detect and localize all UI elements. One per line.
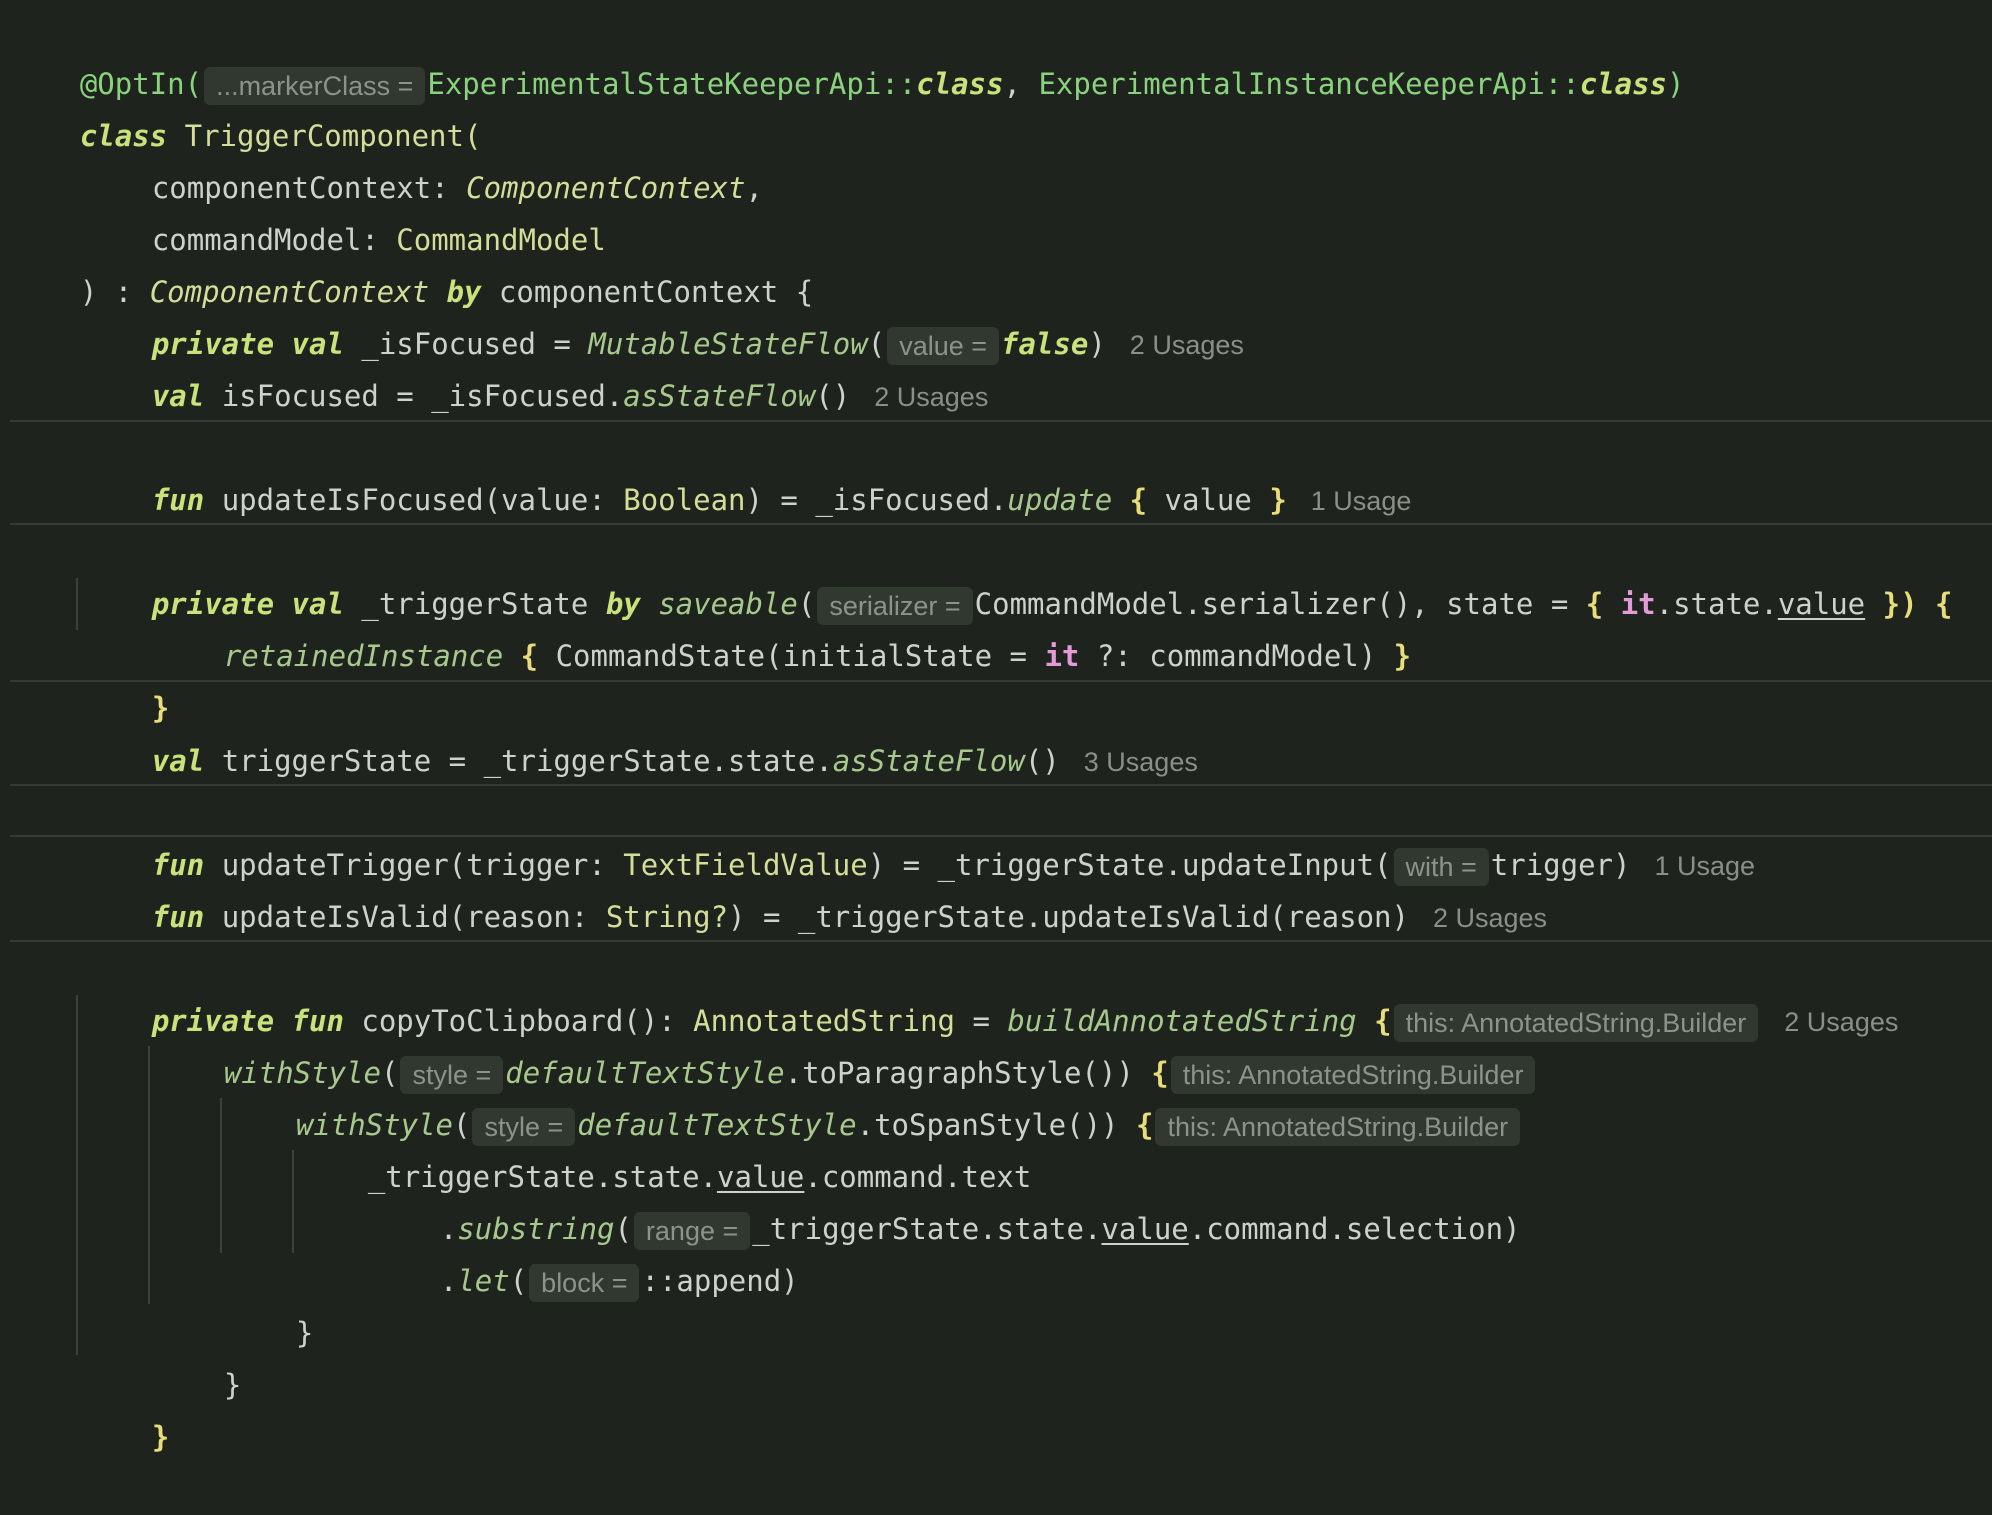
lambda-brace: { — [1585, 587, 1604, 621]
code-token: ) = _triggerState.updateIsValid(reason) — [728, 900, 1409, 934]
code-line[interactable]: val isFocused = _isFocused.asStateFlow()… — [82, 318, 988, 413]
indent-guide — [292, 1150, 294, 1253]
code-token: ) — [1667, 67, 1685, 101]
keyword: false — [1001, 327, 1089, 361]
property-value: value — [1101, 1212, 1189, 1246]
code-line[interactable]: } — [154, 1307, 241, 1402]
closing-brace: } — [223, 1368, 242, 1402]
code-token: _triggerState.state. — [752, 1212, 1102, 1246]
code-token: CommandState(initialState = — [538, 639, 1045, 673]
code-token: ?: commandModel) — [1079, 639, 1394, 673]
code-token: .state. — [1655, 587, 1778, 621]
code-token: value — [1147, 483, 1270, 517]
indent-guide — [76, 995, 78, 1355]
code-token: updateIsFocused(value: — [204, 483, 624, 517]
usages-hint[interactable]: 2 Usages — [1784, 1007, 1898, 1037]
code-line[interactable]: retainedInstance { CommandState(initialS… — [154, 578, 1411, 673]
usages-hint[interactable]: 2 Usages — [1130, 330, 1244, 360]
code-token: ( — [509, 1264, 528, 1298]
indent-guide — [76, 578, 78, 630]
function-call: retainedInstance — [223, 639, 504, 673]
code-line[interactable]: withStyle(style = defaultTextStyle.toPara… — [154, 995, 1537, 1094]
code-line[interactable]: commandModel: CommandModel — [82, 162, 606, 257]
code-token: . — [439, 1264, 458, 1298]
code-token: triggerState = _triggerState.state. — [204, 744, 833, 778]
lambda-brace: { — [520, 639, 539, 673]
code-line[interactable]: .let(block =::append) — [370, 1203, 799, 1302]
code-token: isFocused = _isFocused. — [204, 379, 624, 413]
code-line[interactable]: class TriggerComponent( — [10, 58, 482, 153]
code-line[interactable]: } — [82, 630, 169, 725]
function-call: update — [1007, 483, 1113, 517]
keyword: fun — [151, 900, 205, 934]
property-value: value — [1777, 587, 1866, 621]
code-line[interactable]: } — [226, 1255, 313, 1350]
code-line[interactable]: } — [82, 1359, 169, 1454]
code-line[interactable]: fun updateIsValid(reason: String?) = _tr… — [82, 839, 1547, 934]
code-token: updateIsValid(reason: — [204, 900, 606, 934]
it-keyword: it — [1044, 639, 1080, 673]
code-line[interactable]: private fun copyToClipboard(): Annotated… — [82, 943, 1898, 1042]
function-call: asStateFlow — [832, 744, 1025, 778]
code-line[interactable]: val triggerState = _triggerState.state.a… — [82, 683, 1198, 778]
code-line[interactable]: fun updateTrigger(trigger: TextFieldValu… — [82, 787, 1755, 886]
lambda-brace: } — [151, 1420, 170, 1454]
function-call: let — [457, 1264, 510, 1298]
code-line[interactable]: private val _isFocused = MutableStateFlo… — [82, 266, 1244, 365]
lambda-brace: { — [1135, 1108, 1154, 1142]
lambda-brace: }) — [1882, 587, 1918, 621]
parameter-hint: block = — [529, 1264, 640, 1302]
code-token: () — [1024, 744, 1060, 778]
code-line[interactable]: fun updateIsFocused(value: Boolean) = _i… — [82, 422, 1412, 517]
code-line[interactable]: componentContext: ComponentContext, — [82, 110, 763, 205]
usages-hint[interactable]: 2 Usages — [874, 382, 988, 412]
keyword: class — [1579, 67, 1668, 101]
keyword: class — [916, 67, 1004, 101]
lambda-brace: { — [1935, 587, 1953, 621]
code-token: ::append) — [641, 1264, 799, 1298]
code-token: () — [815, 379, 851, 413]
code-line[interactable]: .substring(range = _triggerState.state.va… — [370, 1151, 1521, 1250]
code-token: ) = _isFocused. — [745, 483, 1008, 517]
code-token: :: — [881, 67, 917, 101]
function-call: asStateFlow — [623, 379, 816, 413]
receiver-hint: this: AnnotatedString.Builder — [1155, 1108, 1521, 1146]
code-editor[interactable]: @OptIn(...markerClass = ExperimentalState… — [0, 0, 1992, 1454]
indent-guide — [220, 1098, 222, 1253]
usages-hint[interactable]: 1 Usage — [1654, 851, 1755, 881]
lambda-brace: { — [1129, 483, 1148, 517]
type-name: Boolean — [623, 483, 746, 517]
code-line[interactable]: ) : ComponentContext by componentContext… — [10, 214, 813, 309]
closing-brace: } — [295, 1316, 314, 1350]
code-line[interactable]: withStyle(style = defaultTextStyle.toSpan… — [226, 1047, 1522, 1146]
code-token: ExperimentalStateKeeperApi — [427, 67, 882, 101]
type-name: String? — [605, 900, 729, 934]
it-keyword: it — [1620, 587, 1656, 621]
keyword: val — [151, 379, 205, 413]
usages-hint[interactable]: 3 Usages — [1084, 747, 1198, 777]
indent-guide — [148, 1046, 150, 1304]
lambda-brace: } — [1393, 639, 1412, 673]
code-line[interactable]: private val _triggerState by saveable(se… — [82, 526, 1952, 625]
code-token: .command.selection) — [1188, 1212, 1521, 1246]
keyword: fun — [151, 483, 205, 517]
code-token: , — [745, 171, 763, 205]
code-token: ExperimentalInstanceKeeperApi — [1038, 67, 1545, 101]
code-line[interactable]: @OptIn(...markerClass = ExperimentalState… — [10, 6, 1685, 105]
code-line[interactable]: _triggerState.state.value.command.text — [298, 1099, 1032, 1194]
keyword: val — [151, 744, 205, 778]
code-token: :: — [1544, 67, 1580, 101]
code-token: ) — [1088, 327, 1106, 361]
lambda-brace: } — [1269, 483, 1287, 517]
code-token: , — [1003, 67, 1039, 101]
usages-hint[interactable]: 1 Usage — [1311, 486, 1412, 516]
usages-hint[interactable]: 2 Usages — [1433, 903, 1547, 933]
